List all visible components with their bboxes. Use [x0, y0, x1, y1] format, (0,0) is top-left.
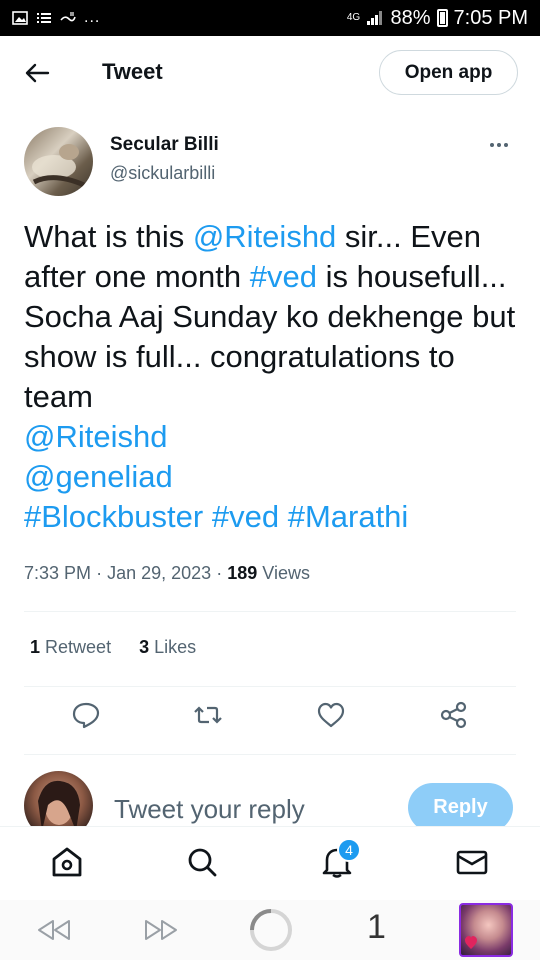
reply-input[interactable]: Tweet your reply	[114, 794, 305, 825]
battery-icon	[436, 9, 448, 27]
author-handle[interactable]: @sickularbilli	[110, 163, 215, 184]
back-navigation-icon[interactable]	[36, 918, 72, 942]
hashtag-link[interactable]: #Blockbuster	[24, 499, 203, 534]
likes-count: 3	[139, 637, 150, 657]
views-label: Views	[262, 563, 310, 583]
author-name[interactable]: Secular Billi	[110, 134, 219, 156]
home-icon[interactable]	[50, 845, 84, 879]
tab-thumbnail[interactable]	[459, 903, 513, 957]
status-bar-system: 4G 88% 7:05 PM	[346, 7, 528, 30]
retweets-count: 1	[30, 637, 41, 657]
divider	[24, 754, 516, 755]
hashtag-link[interactable]: #Marathi	[288, 499, 409, 534]
retweets-label: Retweet	[45, 637, 112, 657]
status-bar: ... 4G 88% 7:05 PM	[0, 0, 540, 36]
retweets-stat[interactable]: 1 Retweet	[30, 637, 111, 658]
likes-label: Likes	[154, 637, 197, 657]
bottom-nav: 4	[0, 826, 540, 900]
hashtag-link[interactable]: #ved	[212, 499, 279, 534]
like-icon[interactable]	[316, 700, 346, 730]
top-header: Tweet Open app	[0, 36, 540, 110]
author-avatar[interactable]	[24, 127, 93, 196]
tweet-meta: 7:33 PM · Jan 29, 2023 · 189 Views	[24, 563, 310, 584]
mention-link[interactable]: @Riteishd	[193, 219, 336, 254]
heart-sticker-icon	[465, 936, 477, 949]
loading-spinner-icon[interactable]	[248, 907, 294, 953]
tweet-actions	[0, 700, 540, 740]
signal-icon	[367, 11, 383, 25]
tweet-text: What is this @Riteishd sir... Even after…	[24, 217, 524, 537]
mention-link[interactable]: @geneliad	[24, 459, 173, 494]
views-count: 189	[227, 563, 258, 583]
share-icon[interactable]	[439, 700, 469, 730]
forward-navigation-icon[interactable]	[143, 918, 179, 942]
tweet-text-segment	[203, 499, 212, 534]
tweet-time[interactable]: 7:33 PM	[24, 563, 91, 583]
mention-link[interactable]: @Riteishd	[24, 419, 167, 454]
divider	[24, 611, 516, 612]
wifi-transfer-icon	[60, 12, 76, 22]
reply-icon[interactable]	[71, 700, 101, 730]
browser-bar: 1	[0, 900, 540, 960]
tweet-stats: 1 Retweet 3 Likes	[30, 637, 196, 658]
retweet-icon[interactable]	[193, 700, 223, 730]
clock: 7:05 PM	[453, 6, 528, 29]
likes-stat[interactable]: 3 Likes	[139, 637, 196, 658]
gallery-icon	[12, 11, 28, 25]
more-notifications-indicator: ...	[84, 9, 101, 26]
notification-badge: 4	[337, 838, 361, 862]
tweet-text-segment: What is this	[24, 219, 193, 254]
messages-icon[interactable]	[455, 845, 489, 879]
back-arrow-icon[interactable]	[24, 62, 50, 84]
list-icon	[37, 13, 51, 23]
status-bar-notifications: ...	[12, 9, 100, 27]
open-app-button[interactable]: Open app	[379, 50, 518, 95]
meta-separator: ·	[216, 563, 223, 583]
meta-separator: ·	[96, 563, 103, 583]
battery-percent: 88%	[390, 6, 431, 29]
more-options-icon[interactable]	[490, 135, 514, 155]
tab-count[interactable]: 1	[367, 908, 386, 947]
tweet-date[interactable]: Jan 29, 2023	[107, 563, 211, 583]
divider	[24, 686, 516, 687]
hashtag-link[interactable]: #ved	[250, 259, 317, 294]
cat-photo	[32, 144, 85, 188]
tweet-text-segment	[279, 499, 288, 534]
reply-button[interactable]: Reply	[408, 783, 513, 832]
search-icon[interactable]	[185, 845, 219, 879]
page-title: Tweet	[102, 59, 163, 84]
network-type-label: 4G	[346, 12, 361, 23]
